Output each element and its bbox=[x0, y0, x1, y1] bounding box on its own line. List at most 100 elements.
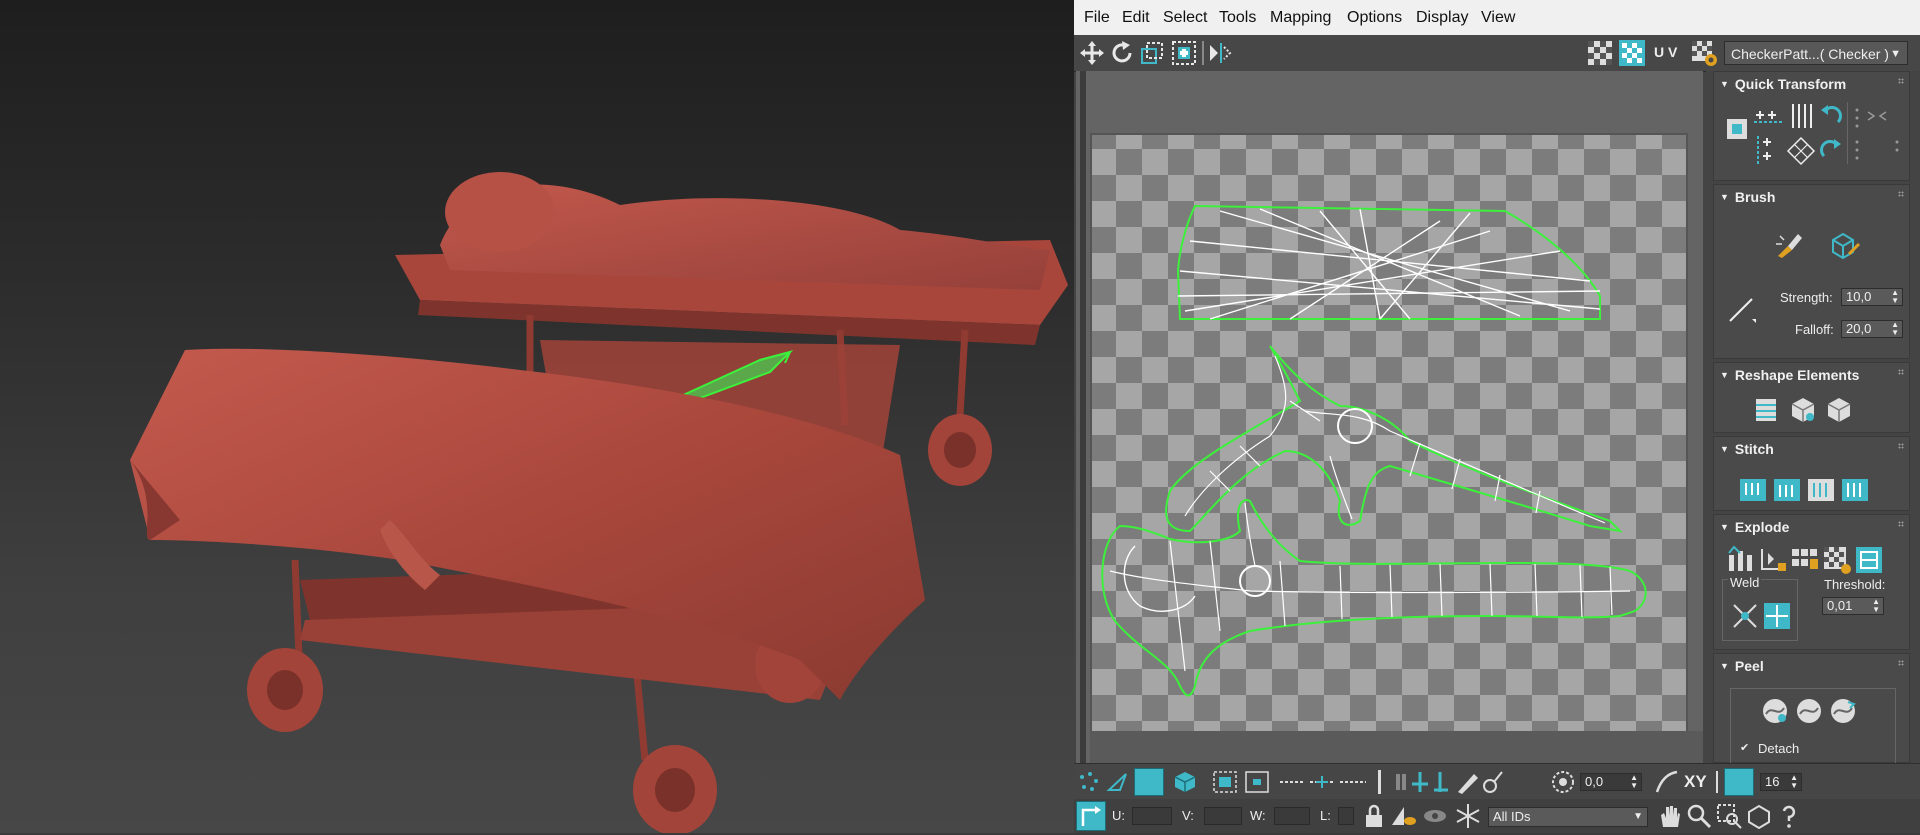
spinner-arrows-icon[interactable]: ▲ ▼ bbox=[1872, 598, 1880, 614]
select-element-icon[interactable] bbox=[1172, 770, 1198, 794]
pan-hand-icon[interactable] bbox=[1656, 803, 1682, 829]
checker-on-icon[interactable] bbox=[1618, 39, 1646, 67]
zoom-region-icon[interactable] bbox=[1716, 803, 1742, 829]
grow-selection-icon[interactable] bbox=[1212, 770, 1238, 794]
align-horizontal-icon[interactable] bbox=[1754, 102, 1784, 128]
uv-label[interactable]: U V bbox=[1654, 44, 1677, 60]
select-edge-icon[interactable] bbox=[1106, 771, 1130, 793]
straighten-icon[interactable] bbox=[1752, 395, 1784, 425]
drag-handle-icon[interactable] bbox=[1898, 191, 1904, 197]
move-icon[interactable] bbox=[1078, 39, 1106, 67]
id-filter-dropdown[interactable]: All IDs ▼ bbox=[1488, 807, 1648, 827]
xy-label[interactable]: XY bbox=[1684, 772, 1707, 792]
menu-display[interactable]: Display bbox=[1416, 9, 1468, 27]
rotate-angle-icon[interactable] bbox=[1550, 769, 1576, 795]
grid-size-spinner[interactable]: 16 ▲ ▼ bbox=[1760, 773, 1802, 791]
stitch-source-icon[interactable] bbox=[1738, 475, 1768, 505]
menu-mapping[interactable]: Mapping bbox=[1270, 9, 1331, 27]
checker-off-icon[interactable] bbox=[1586, 39, 1614, 67]
space-vertical-icon[interactable] bbox=[1788, 102, 1814, 130]
spinner-arrows-icon[interactable]: ▲ ▼ bbox=[1790, 774, 1798, 790]
explode-by-material-icon[interactable] bbox=[1758, 545, 1788, 575]
help-icon[interactable] bbox=[1776, 803, 1802, 829]
paint-select-icons[interactable] bbox=[1394, 770, 1504, 794]
peel-reset-icon[interactable] bbox=[1828, 696, 1858, 726]
pivot-options-icon[interactable] bbox=[1852, 104, 1902, 166]
brush-line-icon[interactable] bbox=[1726, 293, 1758, 325]
texture-dropdown[interactable]: CheckerPatt...( Checker ) ▼ bbox=[1724, 41, 1908, 65]
left-scrollbar[interactable] bbox=[1080, 71, 1086, 763]
align-center-icon[interactable] bbox=[1726, 118, 1748, 140]
rotate-ccw-icon[interactable] bbox=[1818, 102, 1844, 128]
curve-icon[interactable] bbox=[1654, 769, 1680, 795]
scale-icon[interactable] bbox=[1138, 39, 1166, 67]
menu-select[interactable]: Select bbox=[1163, 9, 1207, 27]
paint-brush-icon[interactable] bbox=[1774, 230, 1804, 260]
shrink-selection-icon[interactable] bbox=[1244, 770, 1270, 794]
rollout-title[interactable]: ▼ Brush bbox=[1720, 189, 1775, 205]
zoom-extents-icon[interactable] bbox=[1746, 803, 1772, 829]
menu-view[interactable]: View bbox=[1481, 9, 1515, 27]
space-grid-icon[interactable] bbox=[1786, 136, 1816, 166]
drag-handle-icon[interactable] bbox=[1898, 443, 1904, 449]
w-field[interactable] bbox=[1274, 807, 1310, 825]
rotate-angle-spinner[interactable]: 0,0 ▲ ▼ bbox=[1580, 773, 1642, 791]
menu-tools[interactable]: Tools bbox=[1219, 9, 1256, 27]
spinner-arrows-icon[interactable]: ▲ ▼ bbox=[1891, 289, 1899, 305]
select-vertex-icon[interactable] bbox=[1078, 771, 1100, 793]
spinner-arrows-icon[interactable]: ▲ ▼ bbox=[1891, 321, 1899, 337]
drag-handle-icon[interactable] bbox=[1898, 660, 1904, 666]
relax-brush-icon[interactable] bbox=[1829, 230, 1861, 262]
viewport-3d[interactable] bbox=[0, 0, 1074, 833]
mirror-icon[interactable] bbox=[1206, 39, 1234, 67]
drag-handle-icon[interactable] bbox=[1898, 369, 1904, 375]
absolute-offset-button[interactable] bbox=[1076, 801, 1106, 831]
detach-checkbox[interactable]: ✔ bbox=[1740, 742, 1752, 754]
peel-mode-icon[interactable] bbox=[1794, 696, 1824, 726]
l-checkbox[interactable] bbox=[1338, 807, 1354, 825]
strength-spinner[interactable]: 10,0 ▲ ▼ bbox=[1841, 288, 1903, 306]
texture-settings-icon[interactable] bbox=[1690, 39, 1718, 67]
explode-to-islands-icon[interactable] bbox=[1854, 545, 1884, 575]
stitch-target-icon[interactable] bbox=[1772, 475, 1802, 505]
v-field[interactable] bbox=[1204, 807, 1242, 825]
rollout-title[interactable]: ▼ Explode bbox=[1720, 519, 1789, 535]
lock-icon[interactable] bbox=[1362, 803, 1386, 829]
relax-cube-icon[interactable] bbox=[1788, 395, 1820, 425]
explode-by-smoothing-icon[interactable] bbox=[1726, 545, 1756, 575]
align-vertical-icon[interactable] bbox=[1754, 136, 1780, 166]
freeform-icon[interactable] bbox=[1170, 39, 1198, 67]
pack-cube-icon[interactable] bbox=[1824, 395, 1856, 425]
rollout-title[interactable]: ▼ Reshape Elements bbox=[1720, 367, 1859, 383]
menu-options[interactable]: Options bbox=[1347, 9, 1402, 27]
rollout-title[interactable]: ▼ Quick Transform bbox=[1720, 76, 1846, 92]
drag-handle-icon[interactable] bbox=[1898, 78, 1904, 84]
u-field[interactable] bbox=[1132, 807, 1172, 825]
loop-ring-icons[interactable] bbox=[1278, 772, 1368, 792]
flatten-checker-icon[interactable] bbox=[1822, 545, 1852, 575]
spinner-arrows-icon[interactable]: ▲ ▼ bbox=[1630, 774, 1638, 790]
uv-canvas[interactable] bbox=[1090, 71, 1703, 763]
menu-file[interactable]: File bbox=[1084, 9, 1110, 27]
rotate-cw-icon[interactable] bbox=[1818, 136, 1844, 162]
grid-snap-button[interactable] bbox=[1724, 768, 1754, 796]
falloff-spinner[interactable]: 20,0 ▲ ▼ bbox=[1841, 320, 1903, 338]
freeze-icon[interactable] bbox=[1454, 802, 1482, 830]
rollout-title[interactable]: ▼ Stitch bbox=[1720, 441, 1774, 457]
select-face-button[interactable] bbox=[1134, 768, 1164, 796]
visibility-icon[interactable] bbox=[1390, 803, 1418, 829]
zoom-icon[interactable] bbox=[1686, 803, 1712, 829]
threshold-spinner[interactable]: 0,01 ▲ ▼ bbox=[1822, 597, 1884, 615]
explode-grid-icon[interactable] bbox=[1790, 545, 1820, 575]
rotate-icon[interactable] bbox=[1108, 39, 1136, 67]
quick-peel-icon[interactable] bbox=[1760, 696, 1790, 726]
weld-selected-icon[interactable] bbox=[1730, 601, 1760, 631]
stitch-average-icon[interactable] bbox=[1806, 475, 1836, 505]
weld-target-icon[interactable] bbox=[1762, 601, 1792, 631]
uv-canvas-panel[interactable] bbox=[1076, 71, 1703, 763]
menu-edit[interactable]: Edit bbox=[1122, 9, 1150, 27]
stitch-custom-icon[interactable] bbox=[1840, 475, 1870, 505]
drag-handle-icon[interactable] bbox=[1898, 521, 1904, 527]
rollout-title[interactable]: ▼ Peel bbox=[1720, 658, 1764, 674]
hide-icon[interactable] bbox=[1422, 803, 1448, 829]
